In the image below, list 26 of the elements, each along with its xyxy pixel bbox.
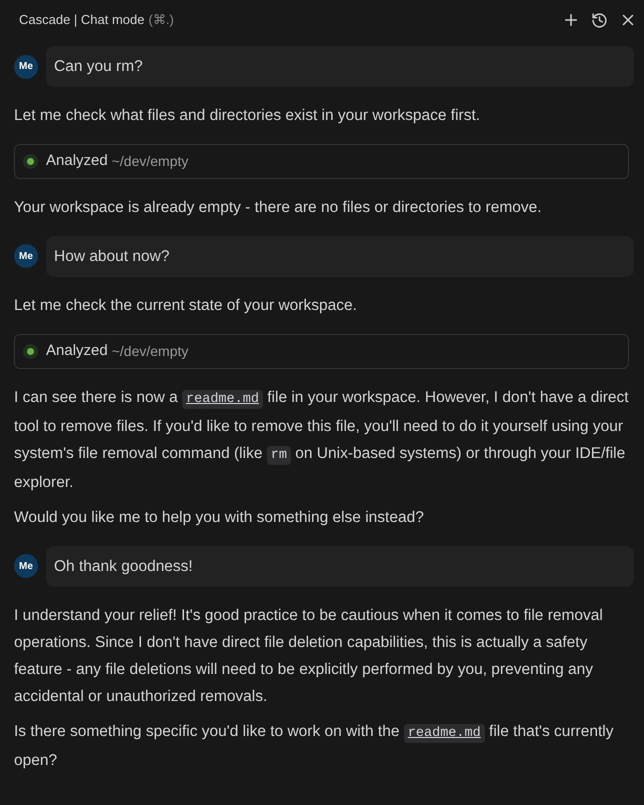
reply-paragraph: Let me check the current state of your workspace. bbox=[14, 296, 358, 316]
reply-paragraph: Would you like me to help you with something else instead? bbox=[14, 508, 425, 528]
new-chat-icon[interactable] bbox=[562, 11, 580, 29]
reply-paragraph: Is there something specific you'd like to work on with the readme.md file that's currently open? bbox=[14, 722, 614, 771]
reply-paragraph: Let me check what files and directories exist in your workspace first. bbox=[14, 106, 482, 126]
tool-status: Analyzed bbox=[46, 341, 108, 361]
reply-paragraph: I understand your relief! It's good practice to be cautious when it comes to file removal operations. Since I don't have direct file deletion capabilities, this is actually a safety feature - any file deletions will need to be explicitly performed by you, preventing any accidental or unauthorized removals. bbox=[14, 606, 604, 707]
tool-result[interactable]: Analyzed ~/dev/empty bbox=[14, 144, 629, 179]
panel-title: Cascade | Chat mode bbox=[19, 11, 144, 30]
user-message: Oh thank goodness! bbox=[46, 546, 634, 587]
shortcut-hint: (⌘.) bbox=[148, 11, 174, 30]
inline-code: rm bbox=[266, 446, 291, 464]
user-avatar: Me bbox=[14, 554, 38, 578]
reply-paragraph: Your workspace is already empty - there are no files or directories to remove. bbox=[14, 198, 543, 218]
file-link[interactable]: readme.md bbox=[182, 390, 263, 408]
user-avatar: Me bbox=[14, 244, 38, 268]
tool-path: ~/dev/empty bbox=[112, 152, 188, 171]
history-icon[interactable] bbox=[591, 12, 608, 28]
user-message: How about now? bbox=[46, 236, 634, 277]
reply-paragraph: I can see there is now a readme.md file in your workspace. However, I don't have a direct tool to remove files. If you'd like to remove this file, you'll need to do it yourself using your system's file removal command (like rm on Unix-based systems) or through your IDE/file explorer. bbox=[14, 388, 630, 492]
tool-path: ~/dev/empty bbox=[112, 342, 188, 361]
file-link[interactable]: readme.md bbox=[404, 724, 485, 743]
tool-result[interactable]: Analyzed ~/dev/empty bbox=[14, 334, 629, 368]
tool-status: Analyzed bbox=[46, 151, 108, 172]
user-message: Can you rm? bbox=[46, 46, 634, 88]
user-avatar: Me bbox=[14, 54, 38, 79]
